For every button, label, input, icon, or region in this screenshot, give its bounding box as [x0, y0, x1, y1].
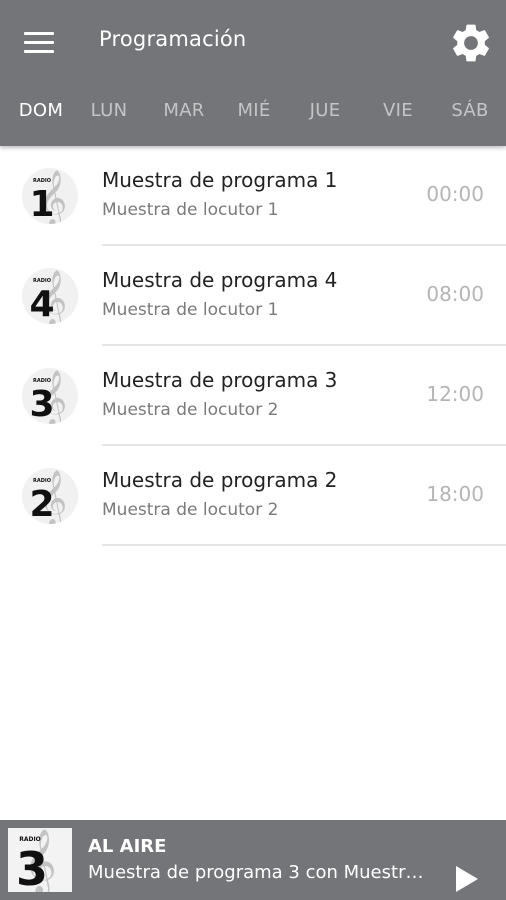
program-time: 18:00 — [426, 482, 484, 506]
program-title: Muestra de programa 3 — [102, 368, 338, 392]
tab-jue[interactable]: JUE — [310, 100, 341, 121]
logo-caption: RADIO — [33, 378, 51, 384]
player-logo-number: 3 — [16, 842, 48, 892]
tab-dom[interactable]: DOM — [19, 100, 63, 121]
tab-mié[interactable]: MIÉ — [237, 100, 270, 121]
now-playing-text: Muestra de programa 3 con Muestra de loc… — [88, 862, 433, 883]
program-title: Muestra de programa 2 — [102, 468, 338, 492]
program-logo-number: 4 — [29, 284, 54, 324]
program-host: Muestra de locutor 2 — [102, 400, 279, 420]
app-bar: Programación DOM LUN MAR MIÉ JUE VIE SÁB — [0, 0, 506, 146]
program-logo-number: 2 — [29, 484, 54, 524]
day-tabs: DOM LUN MAR MIÉ JUE VIE SÁB — [0, 92, 506, 136]
row-divider — [102, 544, 506, 546]
tab-sáb[interactable]: SÁB — [451, 100, 488, 121]
schedule-row[interactable]: 𝄞 2 RADIO Muestra de programa 2 Muestra de l… — [0, 446, 506, 546]
page-title: Programación — [99, 27, 247, 51]
program-host: Muestra de locutor 1 — [102, 200, 279, 220]
program-logo: 𝄞 2 RADIO — [22, 468, 78, 524]
tab-mar[interactable]: MAR — [163, 100, 204, 121]
station-logo: 𝄞 3 RADIO — [8, 828, 72, 892]
logo-caption: RADIO — [33, 478, 51, 484]
program-time: 00:00 — [426, 182, 484, 206]
program-time: 08:00 — [426, 282, 484, 306]
program-logo: 𝄞 1 RADIO — [22, 168, 78, 224]
program-logo: 𝄞 3 RADIO — [22, 368, 78, 424]
program-logo: 𝄞 4 RADIO — [22, 268, 78, 324]
schedule-row[interactable]: 𝄞 3 RADIO Muestra de programa 3 Muestra de l… — [0, 346, 506, 446]
schedule-row[interactable]: 𝄞 4 RADIO Muestra de programa 4 Muestra de l… — [0, 246, 506, 346]
program-host: Muestra de locutor 2 — [102, 500, 279, 520]
logo-caption: RADIO — [33, 278, 51, 284]
program-time: 12:00 — [426, 382, 484, 406]
logo-caption: RADIO — [33, 178, 51, 184]
schedule-list: 𝄞 1 RADIO Muestra de programa 1 Muestra de l… — [0, 146, 506, 546]
tab-lun[interactable]: LUN — [91, 100, 128, 121]
program-title: Muestra de programa 4 — [102, 268, 338, 292]
tab-vie[interactable]: VIE — [383, 100, 413, 121]
program-title: Muestra de programa 1 — [102, 168, 338, 192]
logo-caption: RADIO — [19, 836, 41, 843]
program-logo-number: 3 — [29, 384, 54, 424]
program-host: Muestra de locutor 1 — [102, 300, 279, 320]
schedule-row[interactable]: 𝄞 1 RADIO Muestra de programa 1 Muestra de l… — [0, 146, 506, 246]
program-logo-number: 1 — [29, 184, 54, 224]
menu-icon[interactable] — [22, 30, 56, 54]
on-air-label: AL AIRE — [88, 836, 167, 857]
play-icon[interactable] — [452, 862, 482, 896]
gear-icon[interactable] — [448, 20, 494, 66]
now-playing-bar[interactable]: 𝄞 3 RADIO AL AIRE Muestra de programa 3 … — [0, 820, 506, 900]
